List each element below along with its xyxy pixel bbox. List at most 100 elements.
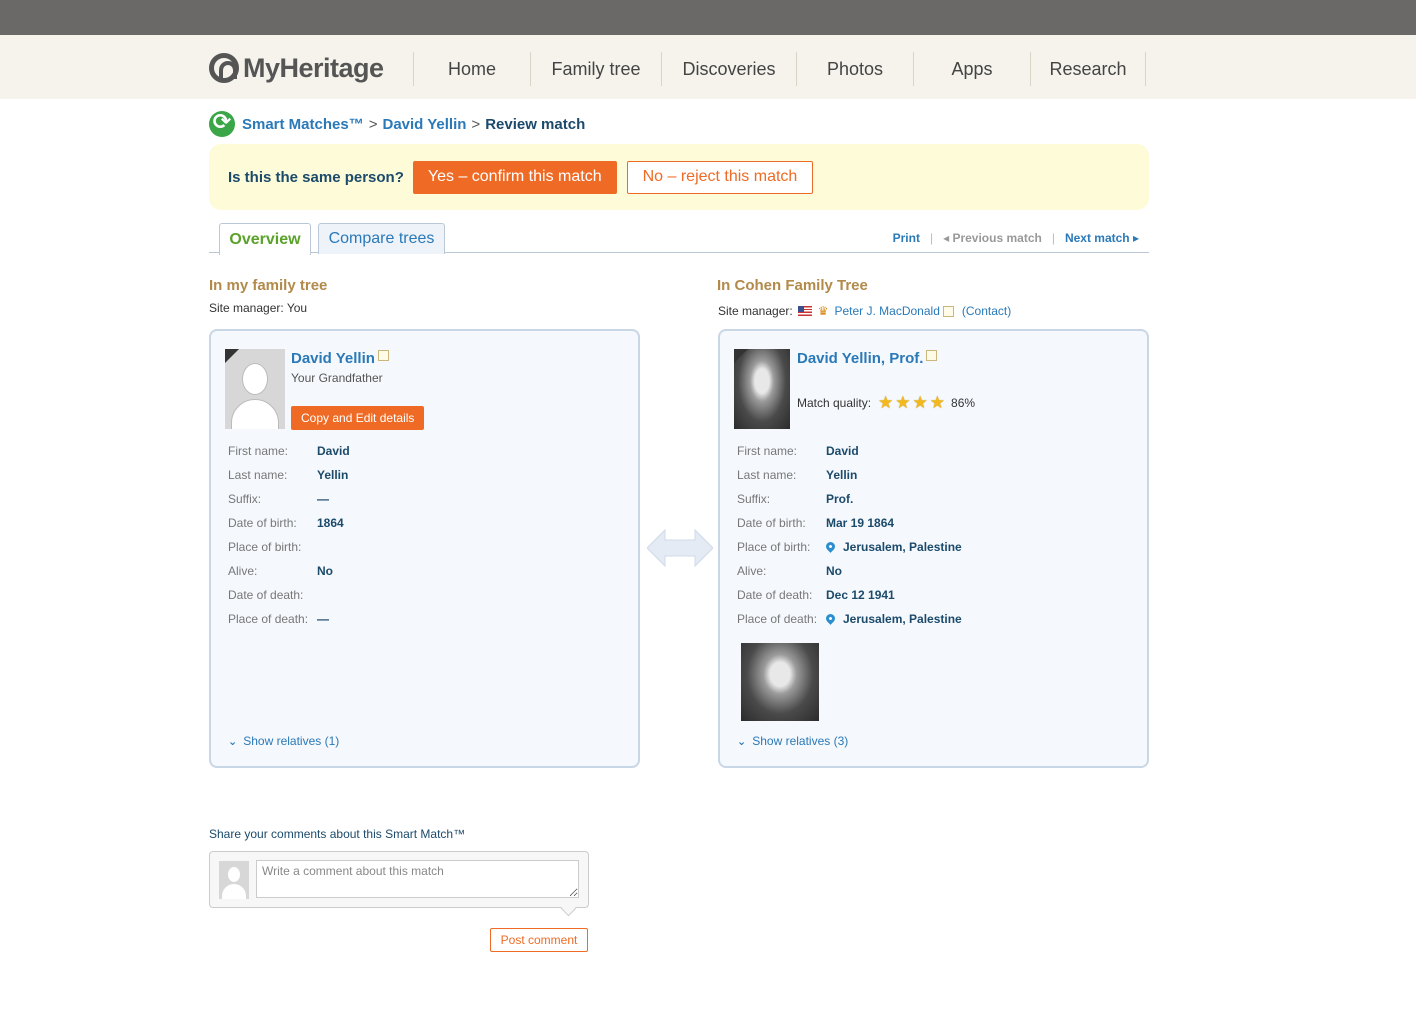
field-value: Jerusalem, Palestine bbox=[843, 540, 962, 554]
field-label: Last name: bbox=[228, 468, 288, 482]
left-person-relation: Your Grandfather bbox=[291, 371, 383, 385]
confirm-match-button[interactable]: Yes – confirm this match bbox=[412, 160, 617, 194]
nav-home[interactable]: Home bbox=[413, 52, 530, 86]
info-tooltip-icon[interactable] bbox=[942, 305, 954, 317]
field-label: Place of birth: bbox=[737, 540, 811, 554]
show-relatives-label: Show relatives (3) bbox=[752, 734, 849, 748]
map-pin-icon bbox=[824, 611, 837, 625]
share-comments-label: Share your comments about this Smart Mat… bbox=[209, 827, 466, 841]
post-comment-button[interactable]: Post comment bbox=[490, 928, 588, 952]
mourning-ribbon-icon bbox=[225, 349, 239, 363]
left-person-fields: First name: David Last name: Yellin Suffix… bbox=[228, 439, 350, 631]
breadcrumb: Smart Matches™ > David Yellin > Review m… bbox=[209, 109, 585, 139]
field-label: Place of death: bbox=[737, 612, 818, 626]
right-person-name[interactable]: David Yellin, Prof. bbox=[797, 350, 923, 367]
match-quality: Match quality: ★ ★ ★ ★ 86% bbox=[797, 393, 975, 413]
site-manager-label: Site manager: bbox=[718, 304, 793, 318]
field-value: Prof. bbox=[826, 492, 854, 506]
comment-input[interactable] bbox=[256, 860, 579, 898]
field-row: Date of birth: 1864 bbox=[228, 511, 350, 535]
field-value-with-pin: Jerusalem, Palestine bbox=[824, 611, 962, 626]
field-label: First name: bbox=[737, 444, 798, 458]
top-dark-bar bbox=[0, 0, 1416, 35]
left-show-relatives[interactable]: ⌄ Show relatives (1) bbox=[228, 734, 339, 748]
info-tooltip-icon[interactable] bbox=[377, 350, 389, 361]
show-relatives-label: Show relatives (1) bbox=[243, 734, 340, 748]
match-percent: 86% bbox=[951, 396, 976, 410]
info-tooltip-icon[interactable] bbox=[926, 350, 938, 361]
field-row: Place of birth: bbox=[228, 535, 350, 559]
nav-family-tree[interactable]: Family tree bbox=[530, 52, 661, 86]
field-row: Last name: Yellin bbox=[228, 463, 350, 487]
tab-compare-trees[interactable]: Compare trees bbox=[318, 223, 445, 254]
print-link[interactable]: Print bbox=[893, 231, 920, 245]
field-row: First name: David bbox=[737, 439, 962, 463]
site-manager-link[interactable]: Peter J. MacDonald bbox=[834, 304, 939, 318]
logo-text: MyHeritage bbox=[243, 52, 384, 83]
person-photo[interactable] bbox=[734, 349, 790, 429]
logo-mark-icon bbox=[209, 53, 239, 83]
nav-research[interactable]: Research bbox=[1030, 52, 1146, 86]
person-photo-thumbnail[interactable] bbox=[741, 643, 819, 721]
breadcrumb-separator: > bbox=[471, 115, 481, 133]
field-value-with-pin: Jerusalem, Palestine bbox=[824, 539, 962, 554]
field-row: First name: David bbox=[228, 439, 350, 463]
field-label: First name: bbox=[228, 444, 289, 458]
main-header: MyHeritage Home Family tree Discoveries … bbox=[0, 35, 1416, 99]
left-person-name[interactable]: David Yellin bbox=[291, 350, 375, 367]
field-label: Place of death: bbox=[228, 612, 309, 626]
breadcrumb-current: Review match bbox=[485, 115, 586, 133]
field-value: Mar 19 1864 bbox=[826, 516, 895, 530]
field-value: — bbox=[317, 492, 329, 506]
field-value: David bbox=[317, 444, 350, 458]
left-column-title: In my family tree bbox=[209, 277, 328, 294]
field-label: Suffix: bbox=[737, 492, 771, 506]
star-icon: ★ bbox=[878, 393, 894, 412]
field-row: Date of death: Dec 12 1941 bbox=[737, 583, 962, 607]
field-label: Place of birth: bbox=[228, 540, 302, 554]
field-label: Alive: bbox=[228, 564, 258, 578]
match-nav-separator: | bbox=[1051, 231, 1055, 245]
star-icon: ★ bbox=[895, 393, 911, 412]
confirm-match-bar: Is this the same person? Yes – confirm t… bbox=[209, 144, 1149, 210]
tab-bar: Overview Compare trees Print | ◂ Previou… bbox=[209, 222, 1149, 255]
next-match-link[interactable]: Next match ▸ bbox=[1065, 231, 1139, 245]
field-label: Date of death: bbox=[737, 588, 813, 602]
field-value: Dec 12 1941 bbox=[826, 588, 895, 602]
same-person-question: Is this the same person? bbox=[228, 168, 404, 186]
match-navigation: Print | ◂ Previous match | Next match ▸ bbox=[893, 231, 1139, 245]
tab-overview[interactable]: Overview bbox=[219, 223, 311, 255]
field-row: Place of death: Jerusalem, Palestine bbox=[737, 607, 962, 631]
field-value: Jerusalem, Palestine bbox=[843, 612, 962, 626]
nav-discoveries[interactable]: Discoveries bbox=[661, 52, 796, 86]
previous-match-link[interactable]: ◂ Previous match bbox=[943, 231, 1042, 245]
nav-photos[interactable]: Photos bbox=[796, 52, 913, 86]
reject-match-button[interactable]: No – reject this match bbox=[626, 160, 814, 194]
breadcrumb-smart-matches[interactable]: Smart Matches™ bbox=[242, 116, 364, 133]
right-person-fields: First name: David Last name: Yellin Suffix… bbox=[737, 439, 962, 631]
nav-apps[interactable]: Apps bbox=[913, 52, 1030, 86]
map-pin-icon bbox=[824, 539, 837, 553]
right-show-relatives[interactable]: ⌄ Show relatives (3) bbox=[737, 734, 848, 748]
field-value: No bbox=[826, 564, 842, 578]
field-row: Date of death: bbox=[228, 583, 350, 607]
right-person-card: David Yellin, Prof. Match quality: ★ ★ ★… bbox=[718, 329, 1149, 768]
field-label: Last name: bbox=[737, 468, 797, 482]
myheritage-logo[interactable]: MyHeritage bbox=[209, 52, 384, 84]
right-column-title: In Cohen Family Tree bbox=[717, 277, 868, 294]
field-row: Alive: No bbox=[228, 559, 350, 583]
field-row: Place of death: — bbox=[228, 607, 350, 631]
star-icon: ★ bbox=[912, 393, 928, 412]
left-person-name-row: David Yellin bbox=[291, 350, 389, 367]
contact-link[interactable]: (Contact) bbox=[962, 304, 1011, 318]
right-person-name-row: David Yellin, Prof. bbox=[797, 350, 938, 367]
breadcrumb-person[interactable]: David Yellin bbox=[382, 116, 466, 133]
copy-edit-details-button[interactable]: Copy and Edit details bbox=[291, 406, 425, 430]
field-value: Yellin bbox=[826, 468, 858, 482]
mourning-ribbon-icon bbox=[734, 349, 748, 363]
field-row: Place of birth: Jerusalem, Palestine bbox=[737, 535, 962, 559]
right-site-manager: Site manager: ♛ Peter J. MacDonald (Cont… bbox=[718, 304, 1011, 318]
field-label: Alive: bbox=[737, 564, 767, 578]
match-nav-separator: | bbox=[929, 231, 934, 245]
field-value: Yellin bbox=[317, 468, 349, 482]
